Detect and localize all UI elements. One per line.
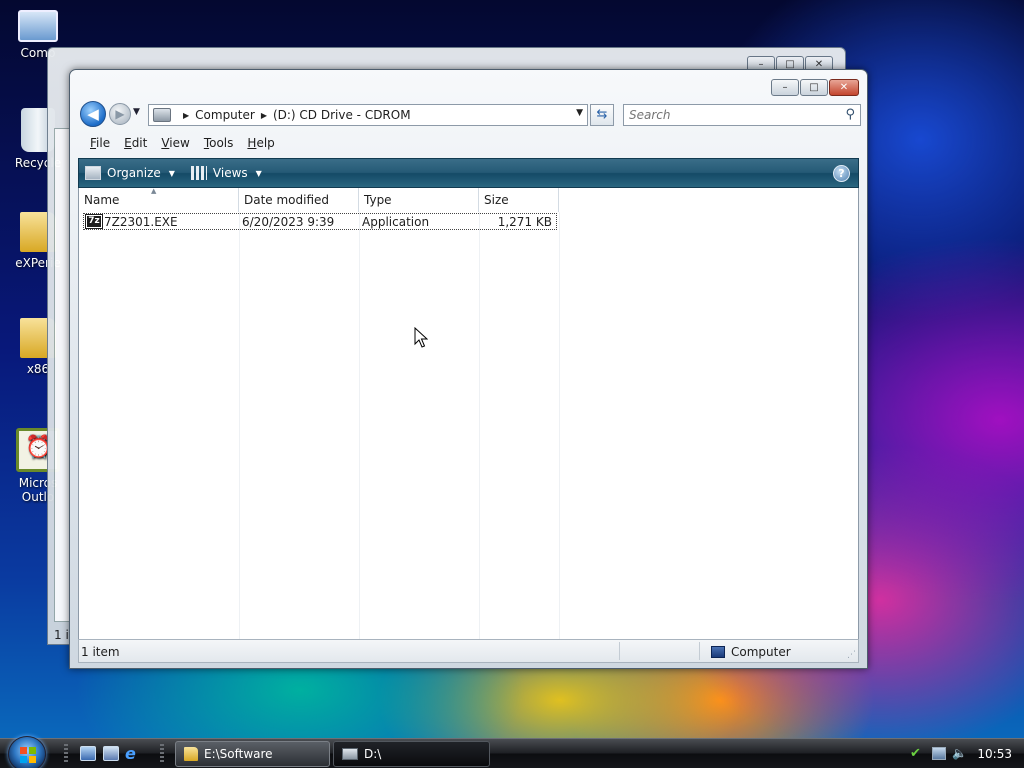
chevron-down-icon: ▼	[168, 168, 175, 178]
search-input[interactable]	[629, 108, 829, 122]
menu-edit[interactable]: Edit	[124, 136, 147, 150]
resize-grip-icon[interactable]: ⋰	[847, 650, 856, 660]
menu-bar: File Edit View Tools Help	[78, 132, 859, 154]
column-header-label: Date modified	[244, 193, 330, 207]
cd-drive-icon	[153, 108, 171, 122]
refresh-button[interactable]: ⇆	[590, 104, 614, 126]
internet-explorer-icon[interactable]: e	[125, 746, 141, 762]
sort-arrow-icon: ▲	[151, 187, 157, 195]
7zip-file-icon: 7z	[85, 214, 103, 229]
taskbar-button-software[interactable]: E:\Software	[175, 741, 330, 767]
zone-label: Computer	[731, 645, 791, 659]
column-header-name[interactable]: ▲ Name	[79, 187, 239, 212]
column-header-date-modified[interactable]: Date modified	[239, 188, 359, 212]
search-box[interactable]: ⚲	[623, 104, 861, 126]
organize-label: Organize	[107, 166, 161, 180]
file-date-modified: 6/20/2023 9:39	[242, 214, 335, 229]
switch-windows-icon[interactable]	[103, 746, 119, 761]
show-desktop-icon[interactable]	[80, 746, 96, 761]
column-header-label: Name	[84, 193, 120, 207]
forward-button[interactable]: ▶	[109, 103, 131, 125]
file-type: Application	[362, 214, 430, 229]
checkmark-icon[interactable]: ✔	[910, 747, 924, 760]
status-divider	[699, 642, 700, 660]
menu-file[interactable]: File	[90, 136, 110, 150]
back-button[interactable]: ◀	[80, 101, 106, 127]
command-bar: Organize ▼ Views ▼ ?	[78, 158, 859, 188]
column-header-row: ▲ Name Date modified Type Size	[79, 187, 858, 212]
status-zone: Computer	[711, 645, 791, 659]
recent-pages-dropdown[interactable]: ▼	[133, 107, 140, 117]
views-button[interactable]: Views ▼	[190, 166, 262, 180]
address-bar[interactable]: ▶ Computer ▶ (D:) CD Drive - CDROM ▼	[148, 104, 588, 126]
organize-icon	[85, 166, 101, 180]
maximize-button[interactable]: □	[800, 79, 828, 96]
menu-view[interactable]: View	[161, 136, 189, 150]
help-icon[interactable]: ?	[833, 165, 850, 182]
navigation-bar: ◀ ▶ ▼ ▶ Computer ▶ (D:) CD Drive - CDROM…	[78, 100, 861, 128]
search-icon[interactable]: ⚲	[845, 107, 855, 122]
chevron-right-icon[interactable]: ▶	[261, 111, 267, 120]
file-list[interactable]: ▲ Name Date modified Type Size 7z 7Z2301…	[78, 187, 859, 639]
column-divider	[559, 212, 560, 639]
file-name: 7Z2301.EXE	[104, 214, 178, 229]
toolbar-grip[interactable]	[64, 744, 68, 764]
views-icon	[190, 166, 207, 180]
column-divider	[239, 212, 240, 639]
chevron-down-icon[interactable]: ▼	[576, 108, 583, 118]
breadcrumb-cd-drive[interactable]: (D:) CD Drive - CDROM	[273, 108, 411, 122]
item-count: 1 item	[81, 645, 120, 659]
close-button[interactable]: ✕	[829, 79, 859, 96]
column-header-label: Size	[484, 193, 509, 207]
status-bar: 1 item Computer ⋰	[78, 639, 859, 663]
chevron-right-icon[interactable]: ▶	[183, 111, 189, 120]
clock[interactable]: 10:53	[977, 747, 1012, 761]
column-divider	[359, 212, 360, 639]
explorer-window[interactable]: – □ ✕ ◀ ▶ ▼ ▶ Computer ▶ (D:) CD Drive -…	[69, 69, 868, 669]
table-row[interactable]: 7z 7Z2301.EXE 6/20/2023 9:39 Application…	[83, 213, 557, 230]
column-header-type[interactable]: Type	[359, 188, 479, 212]
toolbar-grip[interactable]	[160, 744, 164, 764]
file-size: 1,271 KB	[497, 214, 552, 229]
taskbar: e E:\Software D:\ ✔ 🔈 10:53	[0, 736, 1024, 768]
start-button[interactable]	[8, 736, 46, 768]
taskbar-button-label: E:\Software	[204, 747, 273, 761]
mouse-cursor-icon	[414, 327, 428, 348]
minimize-button[interactable]: –	[771, 79, 799, 96]
chevron-down-icon: ▼	[255, 168, 262, 178]
taskbar-button-d-drive[interactable]: D:\	[333, 741, 490, 767]
caption-buttons: – □ ✕	[771, 79, 859, 96]
status-divider	[619, 642, 620, 660]
volume-muted-icon[interactable]: 🔈	[952, 747, 967, 760]
network-icon[interactable]	[932, 747, 946, 760]
column-header-label: Type	[364, 193, 392, 207]
computer-icon	[18, 10, 58, 42]
taskbar-button-label: D:\	[364, 747, 382, 761]
menu-help[interactable]: Help	[247, 136, 274, 150]
folder-icon	[184, 747, 198, 761]
views-label: Views	[212, 166, 248, 180]
computer-icon	[711, 646, 725, 658]
notification-area: ✔ 🔈 10:53	[904, 739, 1024, 768]
breadcrumb-computer[interactable]: Computer	[195, 108, 255, 122]
column-divider	[479, 212, 480, 639]
menu-tools[interactable]: Tools	[204, 136, 234, 150]
cd-drive-icon	[342, 748, 358, 760]
column-header-size[interactable]: Size	[479, 188, 559, 212]
organize-button[interactable]: Organize ▼	[85, 166, 175, 180]
